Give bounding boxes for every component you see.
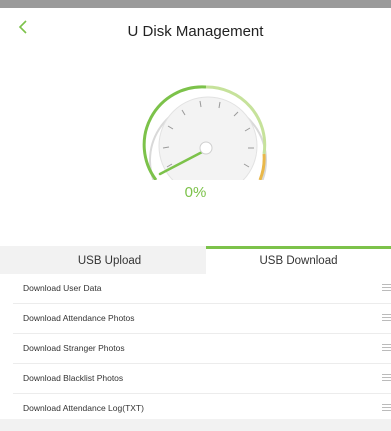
list-item-label: Download User Data <box>23 283 102 293</box>
list-item-download-user-data[interactable]: Download User Data <box>13 274 391 304</box>
gauge-panel: 0% <box>0 50 391 246</box>
menu-lines-icon <box>382 374 391 381</box>
download-options-list: Download User Data Download Attendance P… <box>13 274 391 424</box>
list-item-download-attendance-photos[interactable]: Download Attendance Photos <box>13 304 391 334</box>
menu-lines-icon <box>382 314 391 321</box>
menu-lines-icon <box>382 284 391 291</box>
tab-bar: USB Upload USB Download <box>0 246 391 274</box>
speedometer-gauge <box>142 85 267 180</box>
menu-lines-icon <box>382 404 391 411</box>
list-item-download-blacklist-photos[interactable]: Download Blacklist Photos <box>13 364 391 394</box>
list-item-label: Download Stranger Photos <box>23 343 125 353</box>
list-item-label: Download Blacklist Photos <box>23 373 124 383</box>
list-item-label: Download Attendance Photos <box>23 313 135 323</box>
progress-percent: 0% <box>184 184 207 201</box>
menu-lines-icon <box>382 344 391 351</box>
tab-usb-download[interactable]: USB Download <box>206 246 391 274</box>
status-bar <box>0 0 391 8</box>
bottom-spacer <box>0 419 391 431</box>
list-item-label: Download Attendance Log(TXT) <box>23 403 144 413</box>
page-title: U Disk Management <box>127 23 264 40</box>
header-bar: U Disk Management <box>0 8 391 50</box>
tab-usb-upload[interactable]: USB Upload <box>13 246 206 274</box>
list-item-download-stranger-photos[interactable]: Download Stranger Photos <box>13 334 391 364</box>
